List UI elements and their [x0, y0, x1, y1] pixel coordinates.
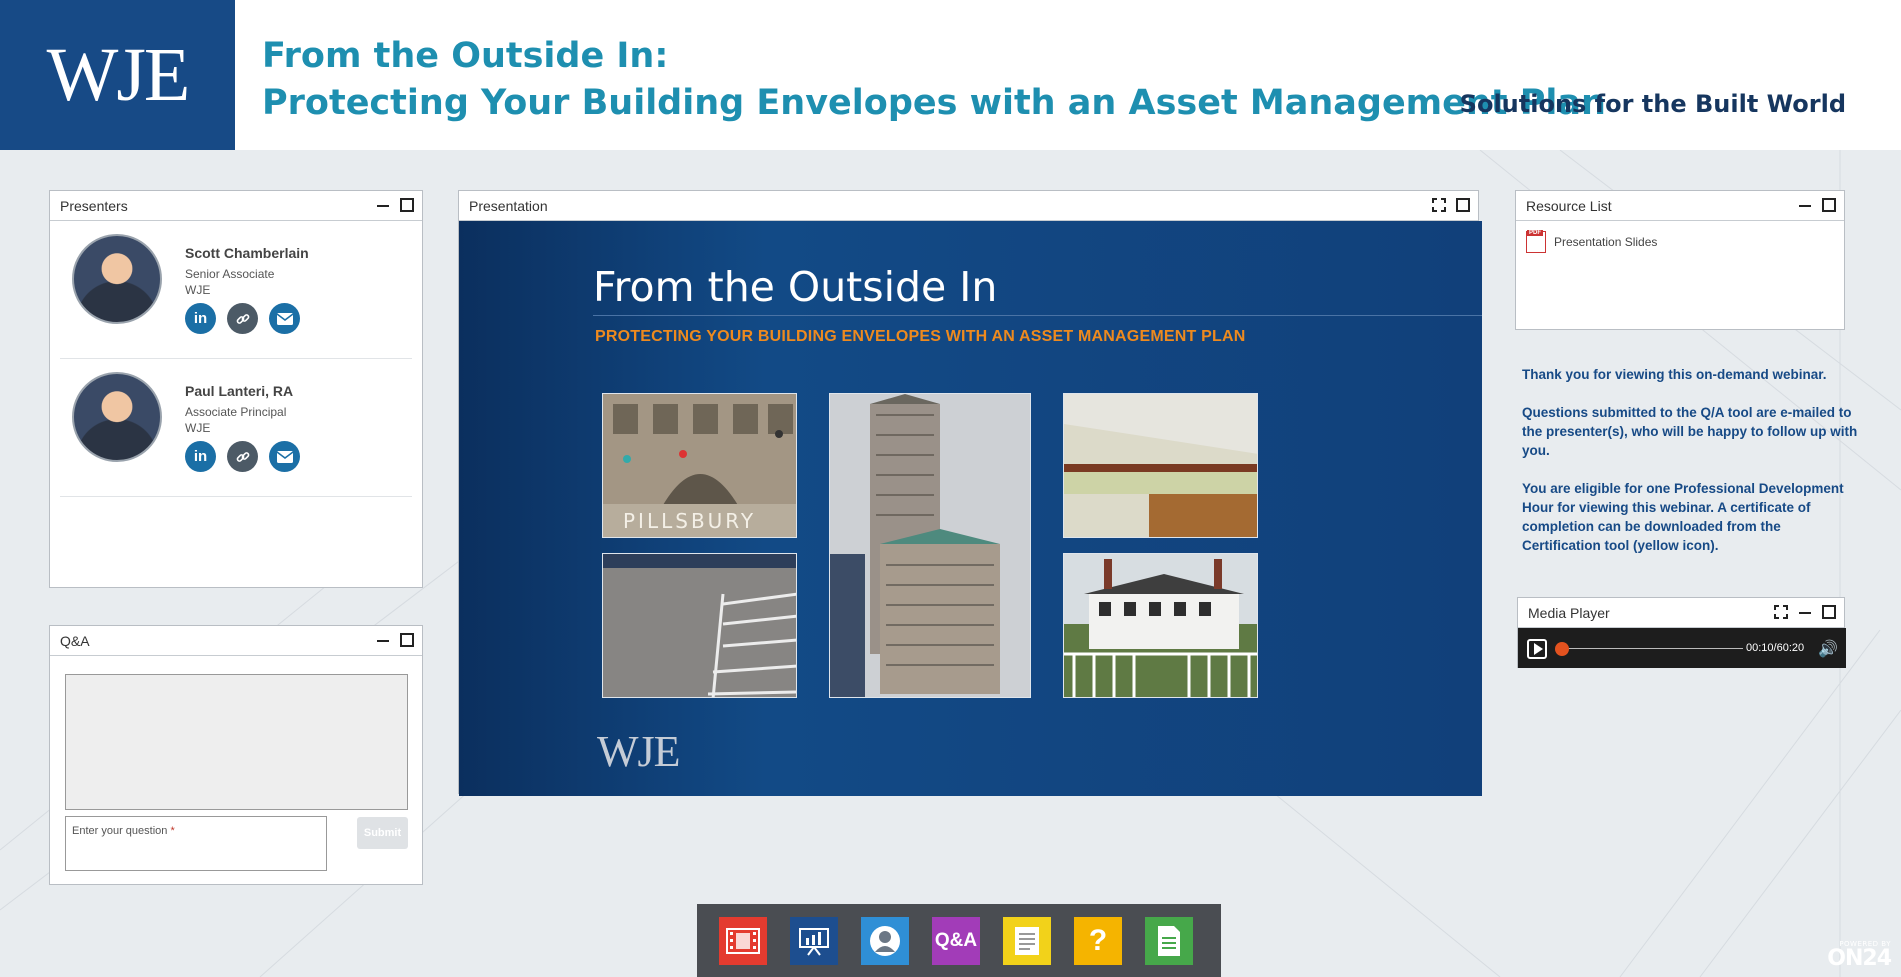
presenters-panel: Presenters Scott Chamberlain Senior Asso… — [49, 190, 423, 588]
event-title-line2: Protecting Your Building Envelopes with … — [262, 83, 1606, 123]
media-player-header[interactable]: Media Player — [1518, 598, 1844, 628]
presenter-name: Paul Lanteri, RA — [185, 383, 294, 399]
presenter-org: WJE — [185, 283, 211, 297]
presenters-panel-header[interactable]: Presenters — [50, 191, 422, 221]
question-input[interactable]: Enter your question * — [65, 816, 327, 871]
slides-icon — [799, 927, 829, 956]
panel-title: Media Player — [1528, 604, 1610, 621]
minimize-icon[interactable] — [1798, 198, 1812, 212]
wje-logo: WJE — [0, 0, 235, 150]
qa-tool-label: Q&A — [934, 929, 978, 951]
avatar — [72, 234, 162, 324]
resources-tool[interactable] — [1145, 916, 1193, 965]
info-paragraph: You are eligible for one Professional De… — [1522, 481, 1844, 553]
document-icon — [1158, 925, 1180, 956]
qa-history-box[interactable] — [65, 674, 408, 810]
play-icon[interactable] — [1527, 639, 1547, 659]
maximize-icon[interactable] — [400, 198, 414, 212]
panel-title: Resource List — [1526, 197, 1612, 214]
presenter-role: Associate Principal — [185, 405, 287, 419]
help-tool[interactable]: ? — [1074, 916, 1122, 965]
minimize-icon[interactable] — [376, 633, 390, 647]
resource-panel-header[interactable]: Resource List — [1516, 191, 1844, 221]
powered-by-on24: POWERED BY ON24 — [1827, 940, 1892, 971]
required-marker: * — [170, 825, 175, 837]
seek-handle[interactable] — [1555, 642, 1569, 656]
media-player-tool[interactable] — [719, 916, 767, 965]
submit-button[interactable]: Submit — [357, 817, 408, 849]
email-icon[interactable] — [269, 441, 300, 472]
maximize-icon[interactable] — [400, 633, 414, 647]
qa-panel-header[interactable]: Q&A — [50, 626, 422, 656]
presentation-slide: From the Outside In PROTECTING YOUR BUIL… — [459, 221, 1482, 796]
presenter-card: Paul Lanteri, RA Associate Principal WJE… — [60, 359, 412, 497]
media-player-panel: Media Player 00:10/60:20 🔊 — [1517, 597, 1846, 668]
resource-item[interactable]: Presentation Slides — [1526, 230, 1658, 253]
linkedin-icon[interactable]: in — [185, 441, 216, 472]
link-icon[interactable] — [227, 441, 258, 472]
person-icon — [870, 925, 900, 956]
fullscreen-icon[interactable] — [1432, 198, 1446, 212]
link-icon[interactable] — [227, 303, 258, 334]
question-placeholder: Enter your question — [72, 825, 168, 837]
volume-icon[interactable]: 🔊 — [1818, 639, 1838, 659]
presentation-panel: Presentation From the Outside In PROTECT… — [458, 190, 1482, 796]
pdf-icon — [1526, 230, 1546, 253]
tool-dock: Q&A ? — [697, 904, 1221, 977]
linkedin-icon[interactable]: in — [185, 303, 216, 334]
page-header: WJE From the Outside In: Protecting Your… — [0, 0, 1901, 150]
presenter-name: Scott Chamberlain — [185, 245, 309, 261]
panel-title: Presenters — [60, 197, 128, 214]
email-icon[interactable] — [269, 303, 300, 334]
avatar — [72, 372, 162, 462]
webinar-info-text: Thank you for viewing this on-demand web… — [1522, 365, 1862, 574]
maximize-icon[interactable] — [1822, 198, 1836, 212]
help-tool-label: ? — [1088, 923, 1108, 957]
slide-divider — [593, 315, 1482, 316]
slide-photo-house — [1063, 553, 1258, 698]
company-tagline: Solutions for the Built World — [1459, 90, 1846, 118]
presenter-card: Scott Chamberlain Senior Associate WJE i… — [60, 221, 412, 359]
qa-panel: Q&A Enter your question * Submit — [49, 625, 423, 885]
presenters-tool[interactable] — [861, 916, 909, 965]
presenter-role: Senior Associate — [185, 267, 275, 281]
media-controls: 00:10/60:20 🔊 — [1518, 628, 1846, 668]
presentation-panel-header[interactable]: Presentation — [459, 191, 1478, 221]
event-title-line1: From the Outside In: — [262, 36, 669, 76]
presentation-tool[interactable] — [790, 916, 838, 965]
info-paragraph: Thank you for viewing this on-demand web… — [1522, 367, 1827, 382]
maximize-icon[interactable] — [1822, 605, 1836, 619]
notes-tool[interactable] — [1003, 916, 1051, 965]
on24-logo: ON24 — [1827, 946, 1892, 971]
slide-subtitle: PROTECTING YOUR BUILDING ENVELOPES WITH … — [595, 328, 1246, 345]
minimize-icon[interactable] — [376, 198, 390, 212]
slide-title: From the Outside In — [593, 263, 998, 311]
logo-text: WJE — [46, 32, 191, 117]
panel-title: Q&A — [60, 632, 90, 649]
photo-sign-text: PILLSBURY — [623, 509, 756, 533]
fullscreen-icon[interactable] — [1774, 605, 1788, 619]
slide-photo-interior — [1063, 393, 1258, 538]
qa-tool[interactable]: Q&A — [932, 916, 980, 965]
slide-photo-tower — [829, 393, 1031, 698]
notes-icon — [1015, 926, 1039, 955]
slide-photo-stone-building: PILLSBURY — [602, 393, 797, 538]
playback-time: 00:10/60:20 — [1746, 642, 1805, 654]
resource-list-panel: Resource List Presentation Slides — [1515, 190, 1845, 330]
panel-title: Presentation — [469, 197, 548, 214]
minimize-icon[interactable] — [1798, 605, 1812, 619]
seek-bar[interactable] — [1563, 648, 1743, 649]
resource-label: Presentation Slides — [1554, 235, 1658, 249]
presenter-org: WJE — [185, 421, 211, 435]
slide-photo-parking-deck — [602, 553, 797, 698]
film-icon — [726, 927, 760, 954]
info-paragraph: Questions submitted to the Q/A tool are … — [1522, 405, 1858, 458]
maximize-icon[interactable] — [1456, 198, 1470, 212]
slide-logo: WJE — [597, 727, 681, 776]
